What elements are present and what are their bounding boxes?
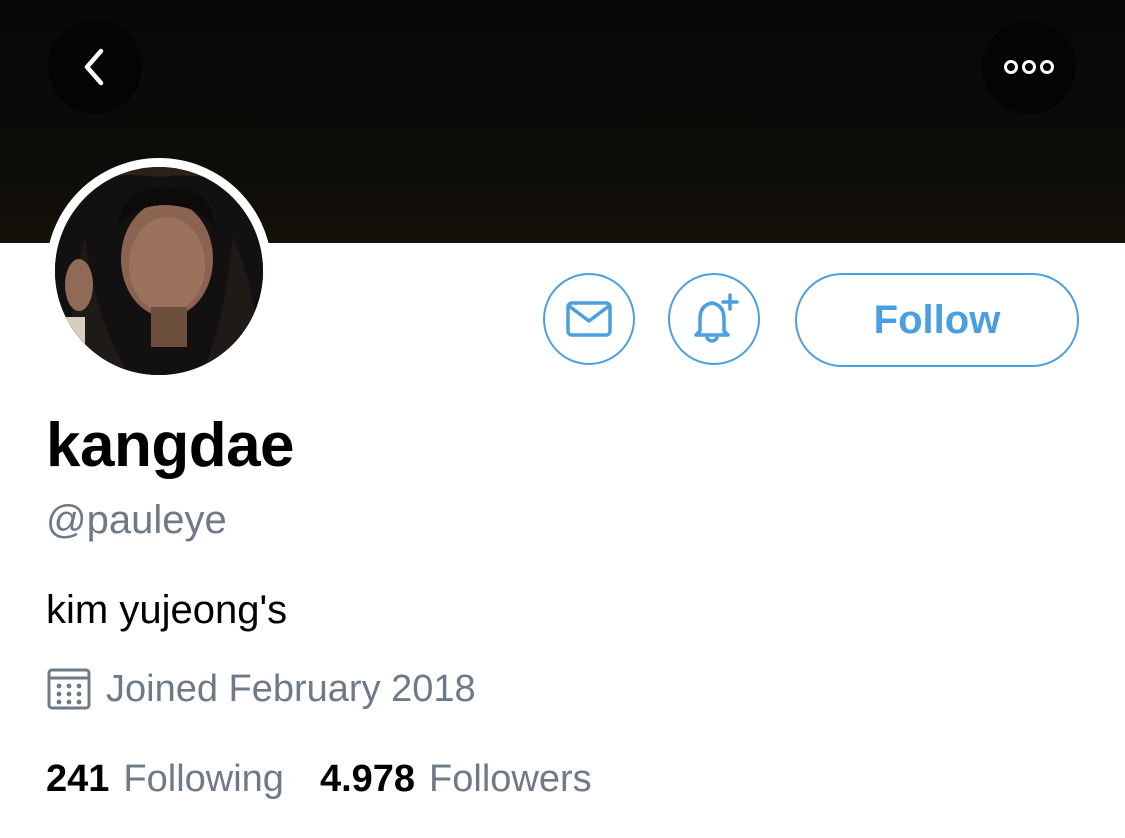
back-button[interactable] xyxy=(48,20,142,114)
avatar-photo xyxy=(55,167,263,375)
bell-plus-icon xyxy=(694,293,739,343)
following-count: 241 xyxy=(46,758,110,800)
joined-date-text: Joined February 2018 xyxy=(106,667,476,710)
follow-stats: 241 Following 4.978 Followers xyxy=(46,758,592,801)
display-name: kangdae xyxy=(46,411,295,480)
more-options-button[interactable] xyxy=(982,20,1076,114)
envelope-icon xyxy=(566,301,612,337)
calendar-icon xyxy=(47,668,91,710)
avatar-frame xyxy=(46,158,272,384)
ellipsis-icon xyxy=(1004,60,1054,74)
followers-label: Followers xyxy=(429,758,592,800)
user-handle: @pauleye xyxy=(46,498,227,542)
chevron-left-icon xyxy=(84,48,104,86)
notifications-button[interactable] xyxy=(668,273,760,365)
follow-button[interactable]: Follow xyxy=(795,273,1079,367)
bio-text: kim yujeong's xyxy=(46,588,288,632)
message-button[interactable] xyxy=(543,273,635,365)
avatar[interactable] xyxy=(55,167,263,375)
follow-button-label: Follow xyxy=(873,297,1001,342)
following-label: Following xyxy=(123,758,284,800)
joined-date-row: Joined February 2018 xyxy=(46,666,476,712)
following-stat[interactable]: 241 Following xyxy=(46,758,284,801)
followers-stat[interactable]: 4.978 Followers xyxy=(320,758,592,801)
followers-count: 4.978 xyxy=(319,758,416,800)
